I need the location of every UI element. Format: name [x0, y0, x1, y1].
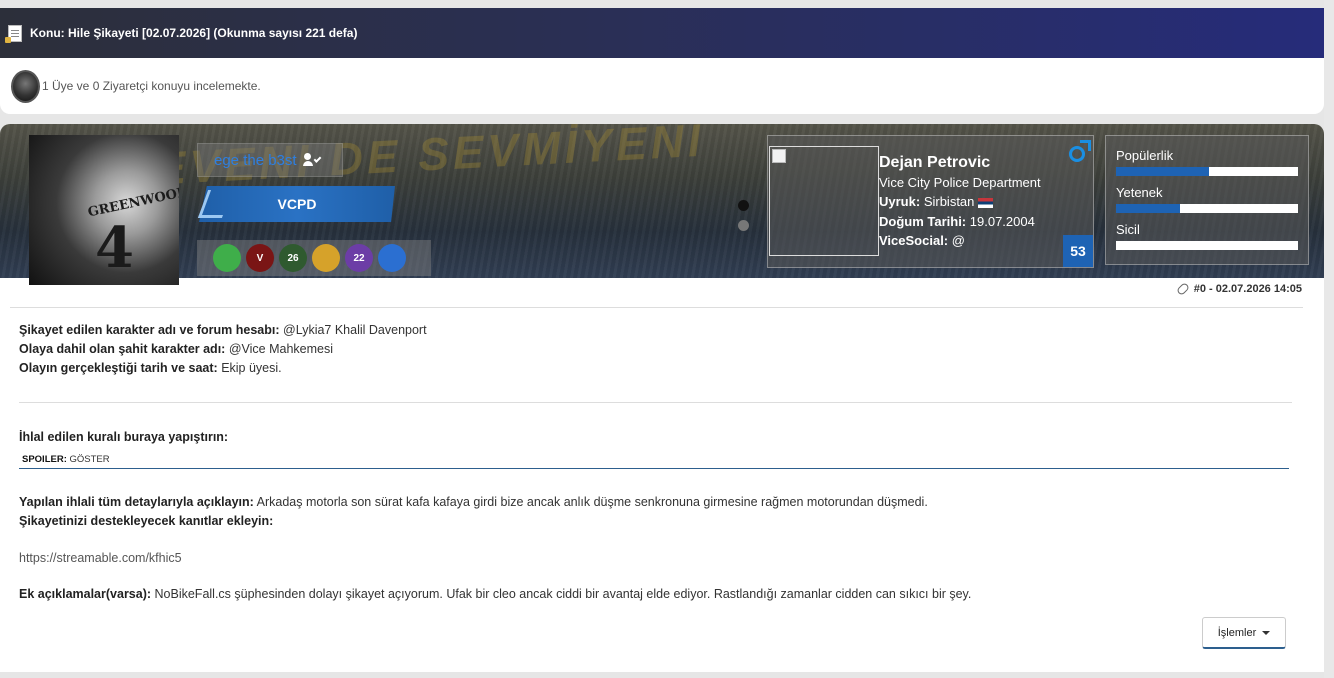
body-label: Olaya dahil olan şahit karakter adı:	[19, 342, 226, 356]
body-line-3: Olayın gerçekleştiği tarih ve saat: Ekip…	[19, 361, 282, 375]
body-value: Arkadaş motorla son sürat kafa kafaya gi…	[256, 495, 928, 509]
22-medal-icon[interactable]: 22	[345, 244, 373, 272]
serbia-flag-icon	[978, 197, 994, 208]
carousel-dots	[738, 200, 749, 240]
post-meta[interactable]: #0 - 02.07.2026 14:05	[1175, 281, 1302, 297]
stat-bar-fill	[1116, 167, 1209, 176]
stat-label: Popülerlik	[1116, 148, 1174, 163]
post: SEVENI DE SEVMİYENİ GREENWOOD 4 ege the …	[0, 124, 1324, 672]
shield-medal-icon[interactable]: V	[246, 244, 274, 272]
male-icon	[1069, 140, 1091, 162]
author-username[interactable]: ege the b3st	[214, 152, 297, 169]
profile-banner: SEVENI DE SEVMİYENİ GREENWOOD 4 ege the …	[0, 124, 1324, 285]
body-line-7: Ek açıklamalar(varsa): NoBikeFall.cs şüp…	[19, 587, 971, 601]
stat-bar	[1116, 167, 1298, 176]
character-photo	[769, 146, 879, 256]
post-number-date[interactable]: #0 - 02.07.2026 14:05	[1194, 283, 1302, 295]
actions-label: İşlemler	[1217, 626, 1257, 639]
stat-item: Yetenek	[1116, 185, 1298, 213]
birth-label: Doğum Tarihi:	[879, 214, 967, 229]
character-department: Vice City Police Department	[879, 175, 1041, 190]
medals-bar: V 26 22	[197, 240, 431, 276]
author-avatar[interactable]: GREENWOOD 4	[29, 135, 179, 285]
viewers-text: 1 Üye ve 0 Ziyaretçi konuyu incelemekte.	[42, 79, 261, 93]
character-name: Dejan Petrovic	[879, 154, 991, 171]
v-medal-icon[interactable]	[213, 244, 241, 272]
group-badge: VCPD	[197, 186, 395, 222]
character-card: Dejan Petrovic Vice City Police Departme…	[767, 135, 1094, 268]
sun-medal-icon[interactable]	[312, 244, 340, 272]
spoiler-box[interactable]: SPOILER: GÖSTER	[19, 451, 1289, 469]
body-line-1: Şikayet edilen karakter adı ve forum hes…	[19, 323, 427, 337]
stat-item: Sicil	[1116, 222, 1298, 250]
character-nationality: Uyruk: Sirbistan	[879, 194, 994, 209]
body-value: @Lykia7 Khalil Davenport	[283, 323, 427, 337]
body-label: Ek açıklamalar(varsa):	[19, 587, 152, 601]
topic-title: Konu: Hile Şikayeti [02.07.2026] (Okunma…	[30, 26, 358, 40]
body-line-5: Yapılan ihlali tüm detaylarıyla açıklayı…	[19, 495, 928, 509]
stat-item: Popülerlik	[1116, 148, 1298, 176]
user-check-icon	[302, 153, 321, 167]
stat-bar	[1116, 241, 1298, 250]
link-icon	[1175, 281, 1190, 297]
actions-dropdown-button[interactable]: İşlemler	[1202, 617, 1286, 649]
caret-down-icon	[1262, 630, 1271, 635]
viewers-bar: 1 Üye ve 0 Ziyaretçi konuyu incelemekte.	[0, 58, 1324, 114]
26-medal-icon[interactable]: 26	[279, 244, 307, 272]
viewer-avatar[interactable]	[11, 69, 40, 103]
nationality-label: Uyruk:	[879, 194, 921, 209]
body-label: Şikayet edilen karakter adı ve forum hes…	[19, 323, 280, 337]
evidence-link[interactable]: https://streamable.com/kfhic5	[19, 551, 182, 565]
stat-label: Sicil	[1116, 222, 1140, 237]
body-line-2: Olaya dahil olan şahit karakter adı: @Vi…	[19, 342, 333, 356]
spoiler-toggle[interactable]: GÖSTER	[70, 454, 110, 465]
body-line-4: İhlal edilen kuralı buraya yapıştırın:	[19, 430, 228, 444]
body-label: Şikayetinizi destekleyecek kanıtlar ekle…	[19, 514, 274, 528]
username-box[interactable]: ege the b3st	[197, 143, 343, 177]
character-birth: Doğum Tarihi: 19.07.2004	[879, 214, 1035, 229]
page-scrollbar[interactable]	[1324, 0, 1334, 678]
body-label: Olayın gerçekleştiği tarih ve saat:	[19, 361, 218, 375]
topic-header: Konu: Hile Şikayeti [02.07.2026] (Okunma…	[0, 8, 1324, 58]
divider	[10, 307, 1303, 308]
carousel-dot[interactable]	[738, 220, 749, 231]
stat-bar-fill	[1116, 204, 1180, 213]
body-line-6: Şikayetinizi destekleyecek kanıtlar ekle…	[19, 514, 273, 528]
divider	[19, 402, 1292, 403]
avatar-jersey-number: 4	[95, 215, 134, 281]
body-label: Yapılan ihlali tüm detaylarıyla açıklayı…	[19, 495, 254, 509]
body-value: Ekip üyesi.	[221, 361, 282, 375]
body-value: @Vice Mahkemesi	[228, 342, 333, 356]
social-label: ViceSocial:	[879, 233, 949, 248]
level-badge: 53	[1063, 235, 1093, 267]
body-label: İhlal edilen kuralı buraya yapıştırın:	[19, 430, 229, 444]
character-social: ViceSocial: @	[879, 233, 965, 248]
birth-value: 19.07.2004	[969, 214, 1035, 229]
globe-medal-icon[interactable]	[378, 244, 406, 272]
broken-image-icon	[772, 149, 786, 163]
social-value: @	[951, 233, 965, 248]
body-value: NoBikeFall.cs şüphesinden dolayı şikayet…	[154, 587, 972, 601]
stat-bar	[1116, 204, 1298, 213]
document-icon	[5, 24, 22, 43]
group-label: VCPD	[277, 196, 317, 212]
carousel-dot-active[interactable]	[738, 200, 749, 211]
nationality-value: Sirbistan	[923, 194, 975, 209]
stat-label: Yetenek	[1116, 185, 1163, 200]
spoiler-label: SPOILER:	[22, 454, 67, 465]
stats-panel: Popülerlik Yetenek Sicil	[1105, 135, 1309, 265]
